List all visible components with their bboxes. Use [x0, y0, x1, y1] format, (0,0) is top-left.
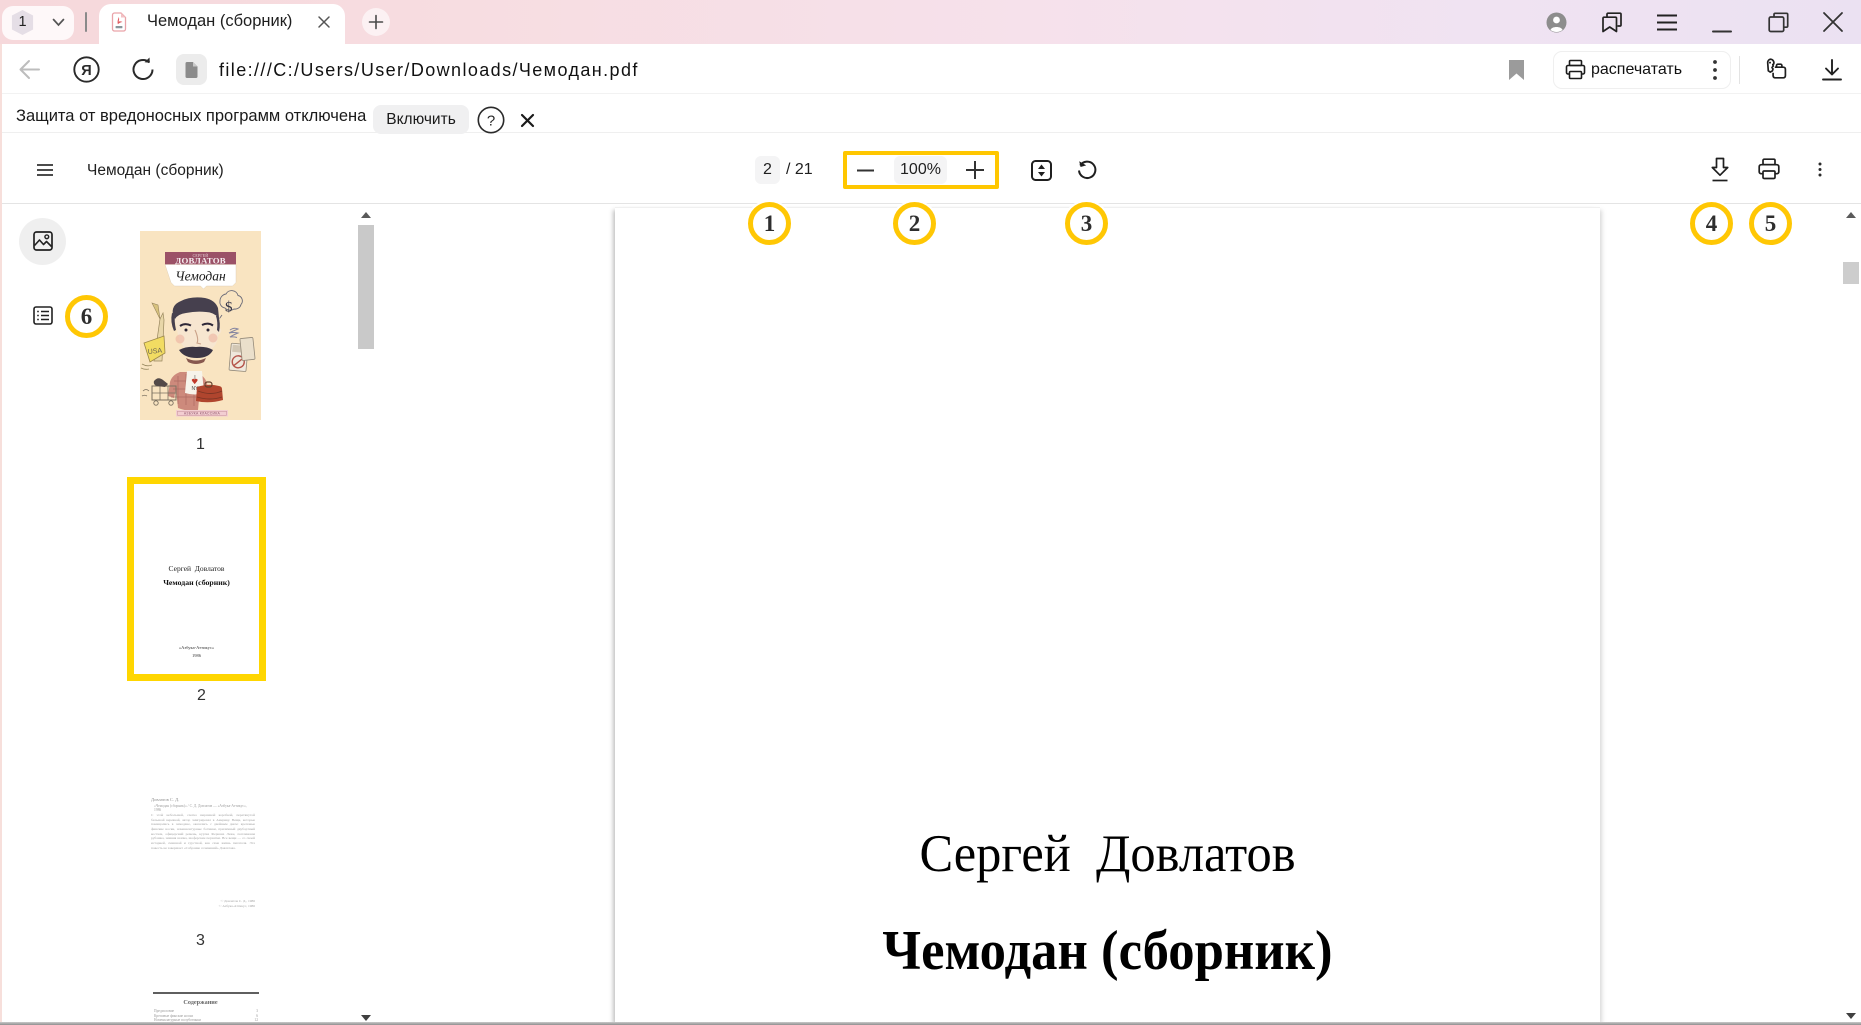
svg-text:АЗБУКА КЛАССИКА: АЗБУКА КЛАССИКА	[184, 412, 221, 416]
svg-text:?: ?	[487, 113, 495, 130]
svg-text:ДОВЛАТОВ: ДОВЛАТОВ	[175, 256, 226, 266]
svg-text:$: $	[225, 300, 233, 316]
svg-text:Чемодан: Чемодан	[175, 269, 226, 284]
svg-text:Я: Я	[81, 63, 91, 79]
